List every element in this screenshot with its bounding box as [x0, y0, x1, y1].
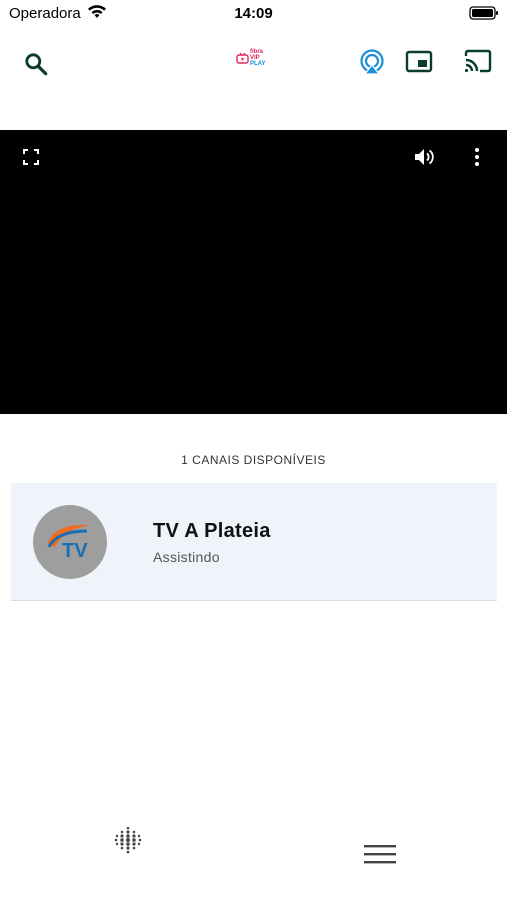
- bottom-navigation: [0, 810, 507, 900]
- volume-button[interactable]: [412, 147, 436, 171]
- search-icon: [23, 51, 49, 82]
- volume-icon: [413, 146, 435, 173]
- keypad-button[interactable]: [112, 826, 144, 858]
- channel-logo: TV: [33, 505, 107, 579]
- menu-button[interactable]: [362, 844, 398, 868]
- top-app-bar: fibra VIP PLAY: [0, 36, 507, 92]
- more-options-button[interactable]: [466, 147, 488, 171]
- clock: 14:09: [234, 5, 273, 22]
- channel-logo-text: TV: [62, 540, 88, 562]
- more-vertical-icon: [474, 147, 480, 172]
- channel-status: Assistindo: [153, 549, 220, 565]
- fullscreen-icon: [22, 148, 40, 171]
- menu-icon: [363, 843, 397, 870]
- channel-list-item[interactable]: TV TV A Plateia Assistindo: [11, 483, 497, 601]
- picture-in-picture-icon: [405, 50, 433, 79]
- video-player[interactable]: [0, 130, 507, 414]
- app-logo: fibra VIP PLAY: [236, 49, 274, 72]
- search-button[interactable]: [20, 50, 52, 82]
- airplay-button[interactable]: [356, 48, 388, 80]
- logo-line-3: PLAY: [250, 61, 266, 67]
- airplay-icon: [358, 48, 386, 81]
- channels-count-label: 1 CANAIS DISPONÍVEIS: [181, 453, 326, 467]
- status-bar: Operadora 14:09: [0, 0, 507, 28]
- picture-in-picture-button[interactable]: [403, 48, 435, 80]
- battery-icon: [469, 5, 499, 26]
- fullscreen-button[interactable]: [20, 148, 42, 170]
- cast-button[interactable]: [461, 48, 495, 80]
- channel-name: TV A Plateia: [153, 520, 271, 542]
- keypad-icon: [113, 825, 143, 860]
- cast-icon: [463, 49, 493, 80]
